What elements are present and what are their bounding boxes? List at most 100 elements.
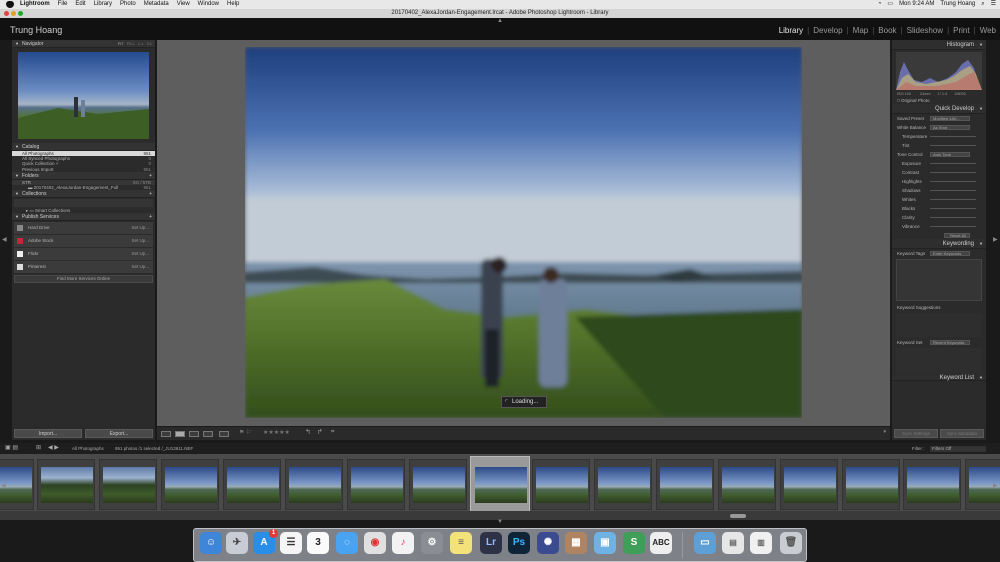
keyword-list-header[interactable]: Keyword List ▼ [892, 375, 986, 381]
quick-develop-header[interactable]: Quick Develop ▼ [892, 104, 986, 114]
collections-filter-field[interactable] [14, 199, 153, 208]
minimize-window-icon[interactable] [11, 11, 16, 16]
battery-icon[interactable]: ▭ [887, 0, 893, 9]
shadows-adjust[interactable] [930, 190, 976, 191]
menu-clock[interactable]: Mon 9:24 AM [899, 0, 934, 9]
module-book[interactable]: Book [878, 26, 896, 35]
highlights-adjust[interactable] [930, 181, 976, 182]
keyword-tags-input[interactable] [896, 259, 982, 301]
keyword-set-select[interactable]: Recent Keywords [930, 340, 970, 345]
sync-settings-button[interactable]: Sync Settings [894, 429, 938, 438]
launchpad-icon[interactable]: ✈ [226, 532, 248, 554]
menu-edit[interactable]: Edit [75, 0, 85, 9]
close-window-icon[interactable] [4, 11, 9, 16]
notification-icon[interactable]: ☰ [991, 0, 996, 9]
add-publish-icon[interactable]: + [149, 213, 152, 221]
preview-icon[interactable]: ▣ [594, 532, 616, 554]
filmstrip-thumbnail[interactable] [656, 459, 714, 510]
module-web[interactable]: Web [980, 26, 996, 35]
module-map[interactable]: Map [853, 26, 869, 35]
collapse-left-icon[interactable]: ◀ [2, 236, 7, 243]
calculator-icon[interactable]: ▦ [565, 532, 587, 554]
filmstrip-scroll-thumb[interactable] [730, 514, 746, 518]
module-library[interactable]: Library [779, 26, 803, 35]
original-photo-toggle[interactable]: □ Original Photo [892, 97, 986, 104]
wifi-icon[interactable]: ◔ [878, 0, 882, 9]
filmstrip-thumbnail[interactable] [223, 459, 281, 510]
rotate-right-icon[interactable]: ↱ [317, 428, 323, 436]
rotate-left-icon[interactable]: ↰ [305, 428, 311, 436]
calendar-icon[interactable]: 3 [307, 532, 329, 554]
publish-pinterest[interactable]: Pinterest Set Up... [14, 261, 153, 274]
setup-link[interactable]: Set Up... [131, 248, 149, 260]
zoom-1-1[interactable]: 1:1 [138, 41, 144, 46]
setup-link[interactable]: Set Up... [131, 261, 149, 273]
import-button[interactable]: Import... [14, 429, 82, 438]
menu-window[interactable]: Window [198, 0, 219, 9]
setup-link[interactable]: Set Up... [131, 222, 149, 234]
white-balance-select[interactable]: As Shot [930, 125, 970, 130]
collapse-top-icon[interactable]: ▲ [497, 18, 503, 24]
filmstrip-thumbnail[interactable] [285, 459, 343, 510]
reminders-icon[interactable]: ☰ [280, 532, 302, 554]
collapse-bottom-icon[interactable]: ▼ [497, 519, 503, 525]
filmstrip-thumbnail[interactable] [842, 459, 900, 510]
chrome-icon[interactable]: ◉ [364, 532, 386, 554]
document-stack-icon[interactable]: ▤ [722, 532, 744, 554]
zoom-3-1[interactable]: 3:1 [146, 41, 152, 46]
publish-services-header[interactable]: ▼ Publish Services + [12, 213, 155, 222]
navigator-preview[interactable] [18, 52, 149, 139]
module-slideshow[interactable]: Slideshow [907, 26, 943, 35]
sheets-app-icon[interactable]: S [623, 532, 645, 554]
sync-metadata-button[interactable]: Sync Metadata [940, 429, 984, 438]
menu-photo[interactable]: Photo [120, 0, 136, 9]
filmstrip-thumbnail[interactable] [718, 459, 776, 510]
filter-select[interactable]: Filters Off [930, 446, 986, 452]
filmstrip-thumbnail[interactable] [780, 459, 838, 510]
menu-help[interactable]: Help [227, 0, 239, 9]
itunes-icon[interactable]: ♪ [392, 532, 414, 554]
main-photo[interactable] [245, 47, 802, 418]
zoom-fill[interactable]: FILL [127, 41, 135, 46]
menu-library[interactable]: Library [94, 0, 112, 9]
filmstrip-thumbnail[interactable] [37, 459, 95, 510]
histogram-chart[interactable] [896, 52, 982, 90]
back-arrow-icon[interactable]: ◀ ▶ [48, 443, 59, 454]
temperature-adjust[interactable] [930, 136, 976, 137]
filmstrip-left-arrow-icon[interactable]: ◀ [1, 482, 6, 489]
secondary-display-icon[interactable]: ▣ ▤ [5, 443, 18, 454]
add-folder-icon[interactable]: + [149, 172, 152, 180]
filmstrip-info[interactable]: 951 photos /1 selected /_JU13611.NEF [115, 443, 193, 454]
exposure-adjust[interactable] [930, 163, 976, 164]
module-develop[interactable]: Develop [813, 26, 842, 35]
flag-icons[interactable]: ⚑ ⚐ [239, 429, 251, 436]
add-collection-icon[interactable]: + [149, 190, 152, 198]
zoom-fit[interactable]: FIT [118, 41, 124, 46]
setup-link[interactable]: Set Up... [131, 235, 149, 247]
compare-view-button[interactable] [189, 431, 199, 437]
menu-view[interactable]: View [177, 0, 190, 9]
crop-icon[interactable]: ⌗ [331, 429, 334, 436]
auto-tone-button[interactable]: Auto Tone [930, 152, 970, 157]
filmstrip-thumbnail[interactable] [161, 459, 219, 510]
filmstrip-thumbnail-selected[interactable] [470, 456, 530, 514]
vibrance-adjust[interactable] [930, 226, 976, 227]
notes-icon[interactable]: ≡ [450, 532, 472, 554]
export-button[interactable]: Export... [85, 429, 153, 438]
file-stack-icon[interactable]: ▥ [750, 532, 772, 554]
filmstrip-source[interactable]: All Photographs [72, 443, 104, 454]
clarity-adjust[interactable] [930, 217, 976, 218]
filmstrip-right-arrow-icon[interactable]: ▶ [993, 482, 998, 489]
photoshop-icon[interactable]: Ps [508, 532, 530, 554]
color-app-icon[interactable]: ✺ [537, 532, 559, 554]
survey-view-button[interactable] [203, 431, 213, 437]
grid-view-button[interactable] [161, 431, 171, 437]
grid-icon[interactable]: ⊞ [36, 443, 41, 454]
contrast-adjust[interactable] [930, 172, 976, 173]
blacks-adjust[interactable] [930, 208, 976, 209]
publish-flickr[interactable]: Flickr Set Up... [14, 248, 153, 261]
menu-file[interactable]: File [58, 0, 68, 9]
filmstrip-thumbnail[interactable] [99, 459, 157, 510]
find-more-services-button[interactable]: Find More Services Online [14, 275, 153, 284]
filmstrip-thumbnail[interactable] [532, 459, 590, 510]
